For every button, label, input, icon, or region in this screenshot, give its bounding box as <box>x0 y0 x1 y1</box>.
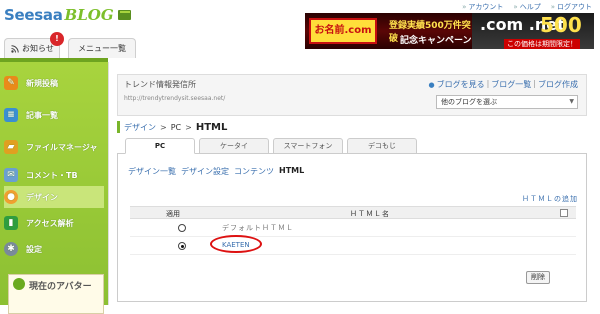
seesaa-blog-logo[interactable]: Seesaa BLOG <box>4 4 133 26</box>
breadcrumb-separator: > <box>185 122 192 132</box>
apply-radio[interactable] <box>178 242 186 250</box>
top-links: アカウント ヘルプ ログアウト <box>462 2 592 12</box>
current-sublink-html: HTML <box>279 166 305 175</box>
sidebar-item-access-analysis[interactable]: ▮ アクセス解析 <box>4 212 104 234</box>
link-separator: | <box>486 79 490 88</box>
sidebar-item-label: 新規投稿 <box>26 78 58 88</box>
sidebar-item-label: 設定 <box>26 244 42 254</box>
logo-blog: BLOG <box>64 6 114 24</box>
delete-button[interactable]: 削除 <box>526 271 550 284</box>
logo-seesaa: Seesaa <box>4 6 63 24</box>
ad-limited-note: この価格は期間限定！ <box>504 39 580 49</box>
pencil-icon: ✎ <box>4 76 18 90</box>
blog-list-link[interactable]: ブログ一覧 <box>491 79 531 90</box>
sidebar-item-file-manager[interactable]: ▰ ファイルマネージャ <box>4 136 104 158</box>
table-header: 適用 ＨＴＭＬ名 <box>130 206 576 219</box>
current-avatar-box: 現在のアバター <box>8 274 104 314</box>
tab-pc[interactable]: PC <box>125 138 195 154</box>
notice-tab-label: お知らせ <box>22 44 54 53</box>
palette-icon: ● <box>4 190 18 204</box>
apply-column-header: 適用 <box>166 210 180 218</box>
other-blog-select[interactable]: 他のブログを選ぶ <box>436 95 578 109</box>
avatar-title: 現在のアバター <box>29 282 92 292</box>
sidebar-item-label: コメント・TB <box>26 170 78 180</box>
html-table: 適用 ＨＴＭＬ名 デフォルトＨＴＭＬ KAETEN <box>130 206 576 255</box>
link-separator: | <box>533 79 536 88</box>
page-title: HTML <box>195 121 228 133</box>
apply-radio[interactable] <box>178 224 186 232</box>
breadcrumb-separator: > <box>160 122 167 132</box>
breadcrumb-pc[interactable]: PC <box>171 123 181 132</box>
design-list-link[interactable]: デザイン一覧 <box>128 166 176 177</box>
blog-info-box: トレンド情報発信所 http://trendytrendysit.seesaa.… <box>117 74 587 116</box>
highlight-circle <box>210 235 262 253</box>
comment-icon: ✉ <box>4 168 18 182</box>
table-row: デフォルトＨＴＭＬ <box>130 219 576 237</box>
html-name-column-header: ＨＴＭＬ名 <box>350 210 390 218</box>
notice-badge: ! <box>50 32 64 46</box>
main-content: トレンド情報発信所 http://trendytrendysit.seesaa.… <box>108 62 594 305</box>
sidebar-item-label: アクセス解析 <box>26 218 74 228</box>
gear-icon: ✱ <box>4 242 18 256</box>
tab-mobile[interactable]: ケータイ <box>199 138 269 154</box>
sidebar-item-settings[interactable]: ✱ 設定 <box>4 238 104 260</box>
account-link[interactable]: アカウント <box>462 2 503 12</box>
sidebar-item-label: 記事一覧 <box>26 110 58 120</box>
rss-icon <box>11 44 19 53</box>
create-blog-link[interactable]: ブログ作成 <box>538 79 578 90</box>
sidebar-item-comment-tb[interactable]: ✉ コメント・TB <box>4 164 104 186</box>
select-all-checkbox[interactable] <box>560 209 568 217</box>
sidebar-item-label: デザイン <box>26 192 58 202</box>
blog-url: http://trendytrendysit.seesaa.net/ <box>124 95 226 102</box>
breadcrumb: デザイン > PC > HTML <box>117 120 227 134</box>
chart-icon: ▮ <box>4 216 18 230</box>
help-link[interactable]: ヘルプ <box>513 2 541 12</box>
design-settings-link[interactable]: デザイン設定 <box>181 166 229 177</box>
menu-list-tab[interactable]: メニュー一覧 <box>68 38 136 58</box>
add-html-link[interactable]: ＨＴＭＬの追加 <box>522 194 578 204</box>
tab-decomoji[interactable]: デコもじ <box>347 138 417 154</box>
design-sublinks: デザイン一覧 デザイン設定 コンテンツ HTML <box>128 166 304 177</box>
header: Seesaa BLOG アカウント ヘルプ ログアウト お知らせ ! メニュー一… <box>0 0 600 58</box>
sidebar: ✎ 新規投稿 ≡ 記事一覧 ▰ ファイルマネージャ ✉ コメント・TB ● デザ… <box>0 58 108 314</box>
breadcrumb-marker <box>117 121 120 133</box>
logout-link[interactable]: ログアウト <box>551 2 592 12</box>
blog-links: ブログを見る | ブログ一覧 | ブログ作成 <box>428 79 578 90</box>
breadcrumb-design[interactable]: デザイン <box>124 122 156 133</box>
contents-link[interactable]: コンテンツ <box>234 166 274 177</box>
sidebar-item-new-post[interactable]: ✎ 新規投稿 <box>4 72 104 94</box>
avatar-icon <box>13 278 25 290</box>
ad-line-2: 記念キャンペーン <box>400 36 472 46</box>
book-icon <box>117 10 131 20</box>
sidebar-item-design[interactable]: ● デザイン <box>4 186 104 208</box>
view-blog-link[interactable]: ブログを見る <box>428 79 485 90</box>
onamae-logo: お名前.com <box>309 18 377 44</box>
sidebar-item-article-list[interactable]: ≡ 記事一覧 <box>4 104 104 126</box>
table-row: KAETEN <box>130 235 576 255</box>
blog-title: トレンド情報発信所 <box>124 80 196 89</box>
device-tabs: PC ケータイ スマートフォン デコもじ <box>117 138 587 154</box>
domain-price-ad-banner[interactable]: .com .net 500円 この価格は期間限定！ <box>472 13 594 49</box>
folder-icon: ▰ <box>4 140 18 154</box>
sidebar-item-label: ファイルマネージャ <box>26 142 98 152</box>
html-name: デフォルトＨＴＭＬ <box>222 224 294 232</box>
article-list-icon: ≡ <box>4 108 18 122</box>
onamae-ad-banner[interactable]: お名前.com 登録実績500万件突破 記念キャンペーン <box>305 13 472 49</box>
tab-smartphone[interactable]: スマートフォン <box>273 138 343 154</box>
html-panel: デザイン一覧 デザイン設定 コンテンツ HTML ＨＴＭＬの追加 適用 ＨＴＭＬ… <box>117 154 587 302</box>
